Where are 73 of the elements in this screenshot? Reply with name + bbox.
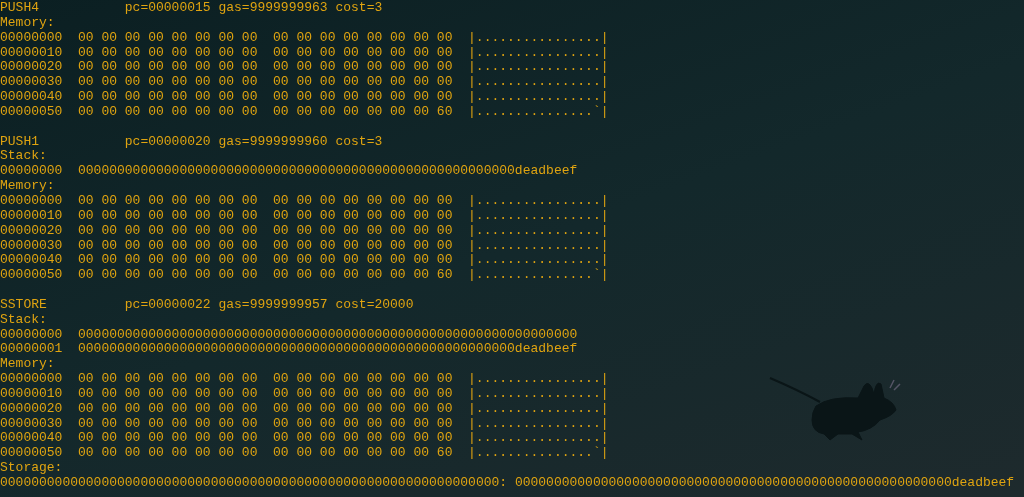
stack-index: 00000000 [0,164,64,180]
memory-hex: 00 00 00 00 00 00 00 00 00 00 00 00 00 00 00 00 [78,416,454,432]
memory-offset: 00000010 [0,45,64,61]
stack-index: 00000000 [0,327,64,343]
step-info-text: pc=00000015 gas=9999999963 cost=3 [124,1,383,16]
memory-hex: 00 00 00 00 00 00 00 00 00 00 00 00 00 00 00 00 [78,238,454,254]
stack-label: Stack: [0,312,47,328]
memory-ascii: |................| [468,90,609,105]
memory-hex: 00 00 00 00 00 00 00 00 00 00 00 00 00 00 00 00 [78,208,454,224]
memory-hex: 00 00 00 00 00 00 00 00 00 00 00 00 00 00 00 00 [78,60,454,76]
memory-ascii: |................| [468,75,609,91]
memory-offset: 00000050 [0,104,64,120]
stack-value: 0000000000000000000000000000000000000000000000000000000000000000 [78,327,578,343]
memory-ascii: |...............`| [468,268,609,284]
memory-hex: 00 00 00 00 00 00 00 00 00 00 00 00 00 00 00 00 [78,75,454,91]
memory-ascii: |................| [468,401,609,417]
memory-hex: 00 00 00 00 00 00 00 00 00 00 00 00 00 00 00 00 [78,386,454,402]
memory-hex: 00 00 00 00 00 00 00 00 00 00 00 00 00 00 00 00 [78,45,454,61]
memory-ascii: |................| [468,253,609,268]
memory-hex: 00 00 00 00 00 00 00 00 00 00 00 00 00 00 00 00 [78,193,454,209]
memory-offset: 00000020 [0,60,64,76]
memory-hex: 00 00 00 00 00 00 00 00 00 00 00 00 00 00 00 00 [78,90,454,105]
stack-value: 00000000000000000000000000000000000000000000000000000000deadbeef [78,342,578,358]
memory-label: Memory: [0,357,55,373]
memory-ascii: |................| [468,30,609,46]
memory-hex: 00 00 00 00 00 00 00 00 00 00 00 00 00 00 00 00 [78,401,454,417]
memory-label: Memory: [0,179,55,194]
memory-hex: 00 00 00 00 00 00 00 00 00 00 00 00 00 00 00 60 [78,104,454,120]
opcode-text: SSTORE [0,297,48,313]
memory-ascii: |................| [468,223,609,239]
memory-offset: 00000030 [0,75,64,91]
memory-offset: 00000050 [0,268,64,284]
memory-offset: 00000040 [0,431,64,447]
memory-offset: 00000010 [0,386,64,402]
memory-label: Memory: [0,15,55,31]
stack-index: 00000001 [0,342,64,358]
step-info-text: pc=00000020 gas=9999999960 cost=3 [124,134,383,150]
memory-ascii: |................| [468,238,609,254]
memory-offset: 00000040 [0,253,64,269]
step-info-text: pc=00000022 gas=9999999957 cost=20000 [124,297,414,313]
storage-label: Storage: [0,461,63,476]
memory-hex: 00 00 00 00 00 00 00 00 00 00 00 00 00 00 00 00 [78,431,454,447]
memory-offset: 00000050 [0,446,64,462]
memory-offset: 00000030 [0,416,64,432]
memory-ascii: |................| [468,431,609,446]
memory-ascii: |...............`| [468,104,609,120]
memory-ascii: |...............`| [468,446,609,462]
memory-hex: 00 00 00 00 00 00 00 00 00 00 00 00 00 00 00 00 [78,30,454,46]
storage-entry: 0000000000000000000000000000000000000000000000000000000000000000: 00000000000000000000000000000000000000000000000000000000deadbeef [0,476,1015,491]
memory-ascii: |................| [468,416,609,432]
memory-hex: 00 00 00 00 00 00 00 00 00 00 00 00 00 00 00 60 [78,446,454,462]
memory-hex: 00 00 00 00 00 00 00 00 00 00 00 00 00 00 00 00 [78,223,454,239]
memory-offset: 00000040 [0,90,64,105]
memory-ascii: |................| [468,208,609,224]
stack-label: Stack: [0,149,47,165]
stack-value: 00000000000000000000000000000000000000000000000000000000deadbeef [78,164,578,180]
memory-offset: 00000020 [0,401,64,417]
memory-hex: 00 00 00 00 00 00 00 00 00 00 00 00 00 00 00 00 [78,253,454,269]
memory-offset: 00000000 [0,193,64,209]
memory-hex: 00 00 00 00 00 00 00 00 00 00 00 00 00 00 00 00 [78,372,454,387]
opcode-text: PUSH1 [0,134,40,150]
memory-ascii: |................| [468,372,609,387]
memory-ascii: |................| [468,60,609,76]
memory-hex: 00 00 00 00 00 00 00 00 00 00 00 00 00 00 00 60 [78,268,454,284]
memory-offset: 00000000 [0,372,64,387]
memory-ascii: |................| [468,193,609,209]
memory-ascii: |................| [468,386,609,402]
memory-offset: 00000000 [0,30,64,46]
memory-offset: 00000030 [0,238,64,254]
memory-ascii: |................| [468,45,609,61]
memory-offset: 00000010 [0,208,64,224]
memory-offset: 00000020 [0,223,64,239]
opcode-text: PUSH4 [0,1,40,16]
